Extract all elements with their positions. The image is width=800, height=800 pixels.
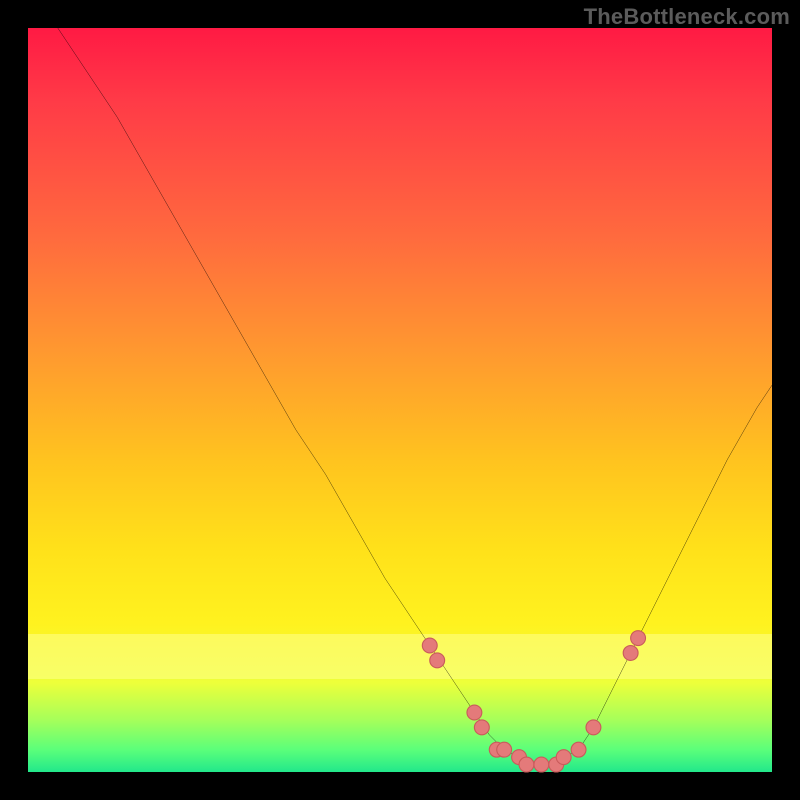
curve-marker	[534, 757, 549, 772]
curve-marker	[571, 742, 586, 757]
curve-marker	[631, 631, 646, 646]
curve-marker	[586, 720, 601, 735]
curve-marker	[623, 646, 638, 661]
plot-area	[28, 28, 772, 772]
chart-svg	[28, 28, 772, 772]
bottleneck-curve	[58, 28, 772, 765]
watermark-text: TheBottleneck.com	[584, 4, 790, 30]
curve-marker	[519, 757, 534, 772]
curve-marker	[497, 742, 512, 757]
curve-marker	[474, 720, 489, 735]
curve-marker	[556, 750, 571, 765]
curve-marker	[467, 705, 482, 720]
curve-marker	[422, 638, 437, 653]
curve-marker	[430, 653, 445, 668]
curve-markers	[422, 631, 645, 772]
chart-frame: TheBottleneck.com	[0, 0, 800, 800]
